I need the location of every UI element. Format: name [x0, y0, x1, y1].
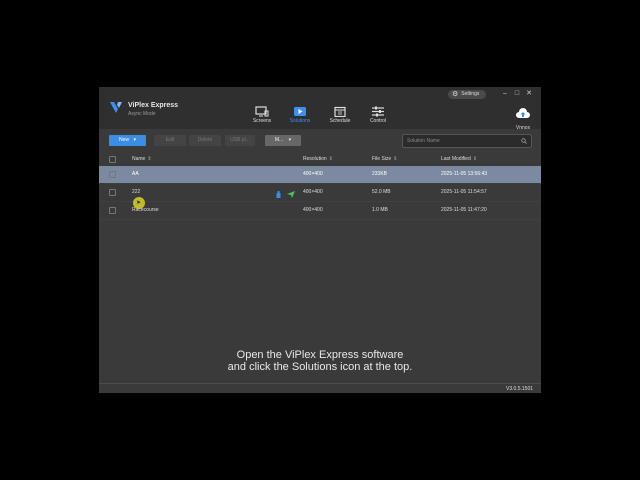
app-name: ViPlex Express	[128, 102, 179, 109]
column-header-name[interactable]: Name ⇕	[132, 153, 152, 166]
viplex-logo-icon	[110, 102, 122, 113]
nav-schedule[interactable]: Schedule	[324, 106, 356, 128]
new-label: New	[119, 137, 130, 143]
more-button[interactable]: M... ▾	[265, 135, 301, 146]
app-mode: Async Mode	[128, 111, 156, 117]
sort-icon: ⇕	[328, 156, 333, 162]
solution-name: AA	[132, 171, 139, 177]
nav-label: Screens	[252, 118, 272, 124]
row-checkbox[interactable]	[109, 207, 116, 214]
nav-label: Schedule	[329, 118, 351, 124]
toolbar: New ▾ Edit Delete USB pl... M... ▾ Solut…	[99, 131, 541, 151]
table-row[interactable]: AA 400×400 233KB 2025-11-05 13:56:43	[99, 166, 541, 184]
solution-file-size: 233KB	[372, 171, 388, 177]
usb-export-icon[interactable]	[275, 191, 282, 198]
solution-resolution: 400×400	[303, 189, 323, 195]
caption-line-1: Open the ViPlex Express software	[236, 349, 404, 361]
publish-icon[interactable]	[287, 191, 296, 198]
new-button[interactable]: New ▾	[109, 135, 146, 146]
table-row[interactable]: Racecourse 400×400 1.0 MB 2025-11-05 11:…	[99, 202, 541, 220]
solutions-table: Name ⇕ Resolution ⇕ File Size ⇕ Last Modifi…	[99, 153, 541, 220]
settings-label: Settings	[461, 91, 480, 97]
row-checkbox[interactable]	[109, 189, 116, 196]
search-icon	[521, 138, 527, 144]
edit-button[interactable]: Edit	[154, 135, 186, 146]
sort-icon: ⇕	[472, 156, 477, 162]
more-label: M...	[274, 137, 284, 143]
monitor-icon	[255, 106, 269, 117]
cloud-upload-icon	[516, 108, 530, 118]
solution-last-modified: 2025-11-05 13:56:43	[441, 171, 488, 177]
minimize-button[interactable]: –	[500, 89, 510, 99]
chevron-down-icon: ▾	[133, 137, 136, 143]
tutorial-caption: Open the ViPlex Express software and cli…	[99, 349, 541, 373]
search-input[interactable]: Solution Name	[402, 134, 532, 148]
column-header-file-size[interactable]: File Size ⇕	[372, 153, 397, 166]
sliders-icon	[372, 106, 384, 117]
nav-solutions[interactable]: Solutions	[284, 106, 316, 128]
solution-file-size: 1.0 MB	[372, 207, 388, 213]
version-label: V3.0.5.1501	[506, 386, 533, 392]
solution-resolution: 400×400	[303, 207, 323, 213]
column-header-resolution[interactable]: Resolution ⇕	[303, 153, 333, 166]
close-button[interactable]: ✕	[524, 89, 534, 99]
nav-label: Solutions	[289, 118, 311, 124]
gear-icon: ⚙	[452, 91, 459, 98]
cursor-arrow-icon: ➤	[136, 200, 142, 206]
row-checkbox[interactable]	[109, 171, 116, 178]
table-row[interactable]: 222 400×400 52.0 MB 2025-11-05 11:54:57	[99, 184, 541, 202]
column-header-last-modified[interactable]: Last Modified ⇕	[441, 153, 477, 166]
app-window: ViPlex Express Async Mode ⚙ Settings – □…	[99, 87, 541, 393]
nav-label: Control	[369, 118, 387, 124]
maximize-button[interactable]: □	[512, 89, 522, 99]
caption-line-2: and click the Solutions icon at the top.	[227, 361, 413, 373]
table-header: Name ⇕ Resolution ⇕ File Size ⇕ Last Modifi…	[99, 153, 541, 166]
nav-control[interactable]: Control	[362, 106, 394, 128]
status-bar: V3.0.5.1501	[99, 383, 541, 394]
nav-screens[interactable]: Screens	[246, 106, 278, 128]
mouse-cursor-highlight: ➤	[133, 197, 145, 209]
solution-resolution: 400×400	[303, 171, 323, 177]
usb-playback-button[interactable]: USB pl...	[225, 135, 255, 146]
solution-file-size: 52.0 MB	[372, 189, 391, 195]
sort-icon: ⇕	[393, 156, 398, 162]
select-all-checkbox[interactable]	[109, 156, 116, 163]
solution-last-modified: 2025-11-05 11:47:20	[441, 207, 487, 213]
play-icon	[294, 107, 306, 116]
delete-button[interactable]: Delete	[189, 135, 221, 146]
calendar-icon	[334, 106, 346, 117]
solution-last-modified: 2025-11-05 11:54:57	[441, 189, 487, 195]
sort-icon: ⇕	[147, 156, 152, 162]
chevron-down-icon: ▾	[288, 137, 292, 143]
title-bar: ViPlex Express Async Mode ⚙ Settings – □…	[99, 87, 541, 131]
vnnox-button[interactable]: Vnnox	[511, 106, 535, 131]
search-placeholder: Solution Name	[407, 138, 440, 144]
settings-button[interactable]: ⚙ Settings	[448, 90, 486, 99]
